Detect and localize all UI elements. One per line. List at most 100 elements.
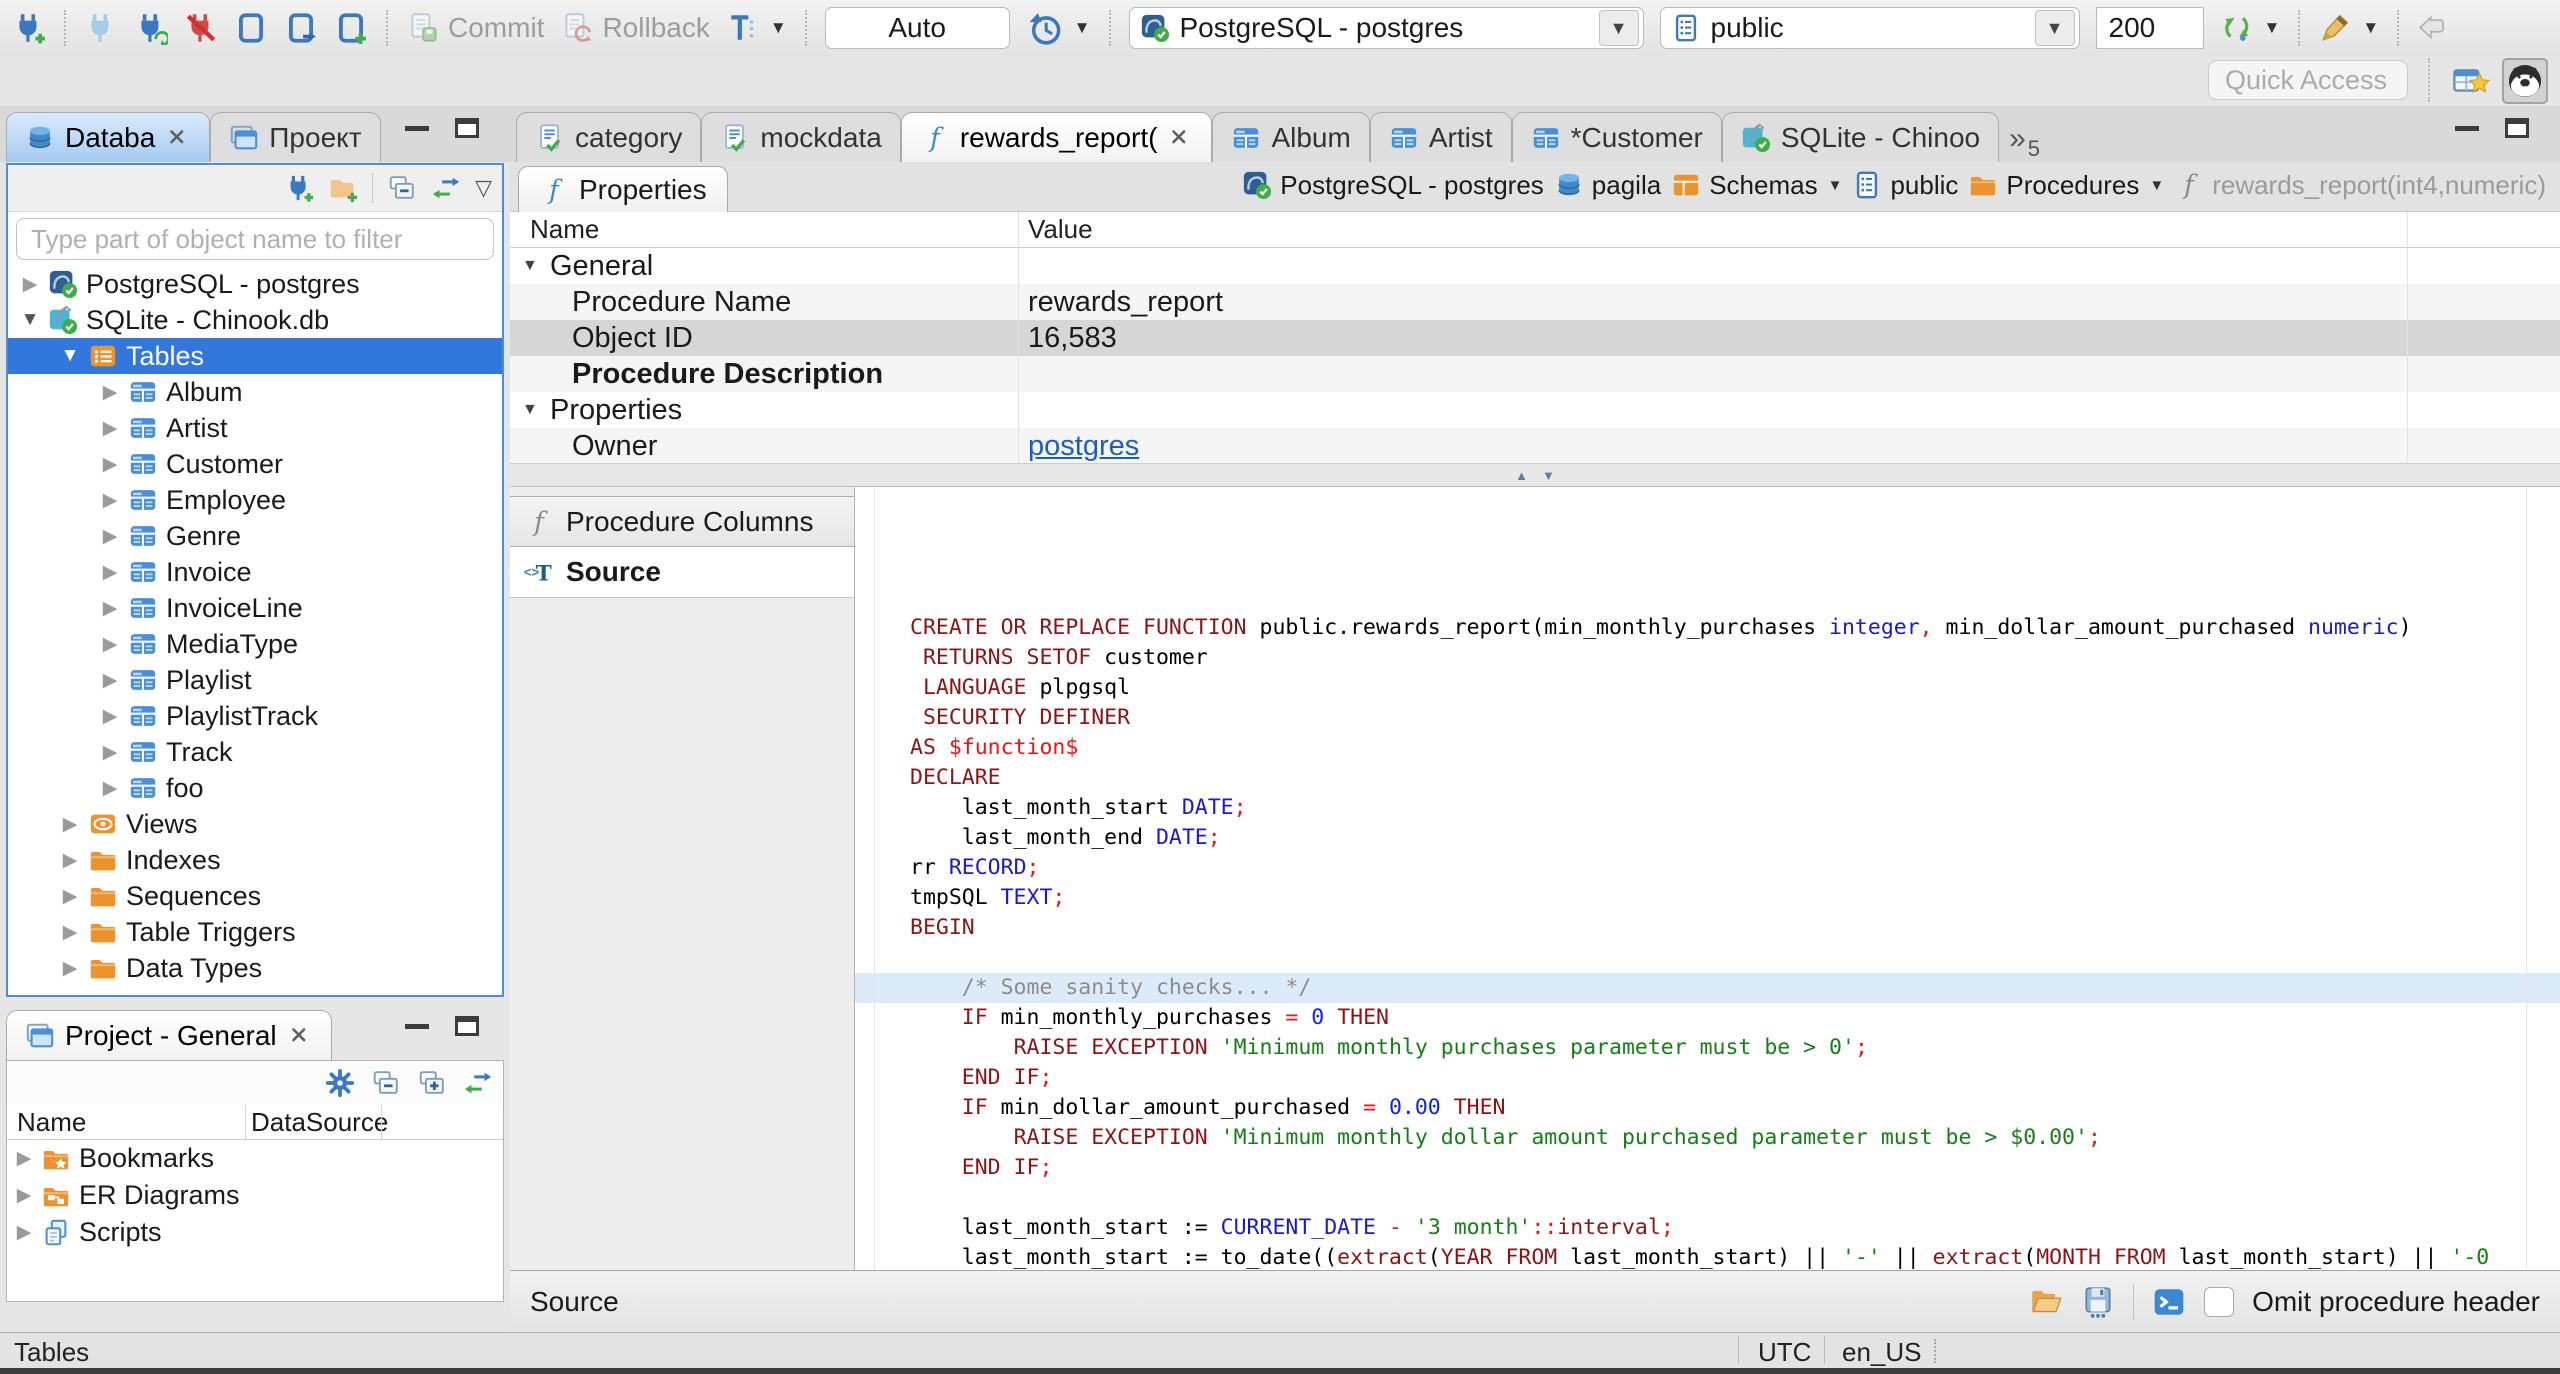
new-folder-icon[interactable]: [328, 173, 358, 203]
disconnect-icon[interactable]: [184, 11, 218, 45]
gear-icon[interactable]: [325, 1068, 355, 1098]
rollback-button[interactable]: Rollback: [560, 11, 710, 45]
dropdown-arrow-icon[interactable]: ▼: [1828, 177, 1843, 194]
transaction-mode-button[interactable]: ▼: [726, 11, 787, 45]
expand-arrow-icon[interactable]: ▶: [92, 381, 128, 404]
fetch-size-input[interactable]: 200: [2095, 7, 2204, 49]
tab-properties[interactable]: f Properties: [518, 166, 728, 213]
minimize-icon[interactable]: [405, 117, 429, 131]
commit-button[interactable]: Commit: [406, 11, 544, 45]
sql-editor-icon[interactable]: [234, 11, 268, 45]
expand-arrow-icon[interactable]: ▶: [92, 633, 128, 656]
expand-arrow-icon[interactable]: ▶: [12, 273, 48, 296]
expand-arrow-icon[interactable]: ▶: [7, 1221, 41, 1244]
column-divider[interactable]: [2407, 212, 2408, 463]
tree-item-genre[interactable]: ▶ Genre: [8, 518, 502, 554]
maximize-icon[interactable]: [455, 1016, 479, 1036]
editor-tab-mockdata[interactable]: mockdata: [701, 112, 901, 162]
tree-item-artist[interactable]: ▶ Artist: [8, 410, 502, 446]
collapse-arrow-icon[interactable]: ▼: [522, 401, 542, 419]
view-menu-icon[interactable]: ▽: [475, 175, 492, 201]
property-value-link[interactable]: postgres: [1028, 430, 1139, 463]
minimize-icon[interactable]: [2455, 117, 2479, 131]
hidden-tabs-chevron[interactable]: » 5: [1999, 118, 2050, 162]
property-row-owner[interactable]: Owner postgres: [510, 428, 2560, 464]
project-item-scripts[interactable]: ▶ Scripts: [7, 1214, 503, 1251]
subtab-source[interactable]: <> T Source: [510, 547, 854, 598]
breadcrumb-item-public[interactable]: public: [1852, 170, 1958, 201]
breadcrumb-item-procedures[interactable]: Procedures ▼: [1968, 170, 2164, 201]
column-divider[interactable]: [381, 1105, 382, 1139]
connect-icon[interactable]: [84, 11, 118, 45]
tree-item-foo[interactable]: ▶ foo: [8, 770, 502, 806]
expand-arrow-icon[interactable]: ▶: [52, 921, 88, 944]
tree-item-sqlite-chinook-db[interactable]: ▼ SQLite - Chinook.db: [8, 302, 502, 338]
status-timezone[interactable]: UTC: [1758, 1337, 1811, 1368]
expand-arrow-icon[interactable]: ▶: [7, 1184, 41, 1207]
tree-item-track[interactable]: ▶ Track: [8, 734, 502, 770]
editor-tab--customer[interactable]: *Customer: [1511, 112, 1722, 162]
tree-item-customer[interactable]: ▶ Customer: [8, 446, 502, 482]
load-from-file-icon[interactable]: [2029, 1285, 2063, 1319]
tree-item-invoiceline[interactable]: ▶ InvoiceLine: [8, 590, 502, 626]
dbeaver-perspective-button[interactable]: [2502, 58, 2548, 104]
property-row-general[interactable]: ▼ General: [510, 248, 2560, 284]
tree-item-playlist[interactable]: ▶ Playlist: [8, 662, 502, 698]
tree-item-tables[interactable]: ▼ Tables: [8, 338, 502, 374]
omit-header-checkbox[interactable]: [2204, 1286, 2235, 1317]
tree-item-indexes[interactable]: ▶ Indexes: [8, 842, 502, 878]
property-row-properties[interactable]: ▼ Properties: [510, 392, 2560, 428]
editor-tab-category[interactable]: category: [516, 112, 702, 162]
reconnect-icon[interactable]: [134, 11, 168, 45]
sidebar-tab-проект[interactable]: Проект: [210, 112, 381, 162]
persist-console-icon[interactable]: [2152, 1285, 2186, 1319]
sash-down-icon[interactable]: ▼: [1542, 468, 1555, 483]
expand-arrow-icon[interactable]: ▶: [92, 705, 128, 728]
tab-project-general[interactable]: Project - General: [6, 1010, 332, 1060]
link-with-editor-icon[interactable]: [431, 173, 461, 203]
tree-item-invoice[interactable]: ▶ Invoice: [8, 554, 502, 590]
expand-arrow-icon[interactable]: ▶: [92, 777, 128, 800]
tree-item-mediatype[interactable]: ▶ MediaType: [8, 626, 502, 662]
breadcrumb-item-schemas[interactable]: Schemas ▼: [1671, 170, 1842, 201]
subtab-procedure-columns[interactable]: f Procedure Columns: [510, 496, 854, 547]
breadcrumb-item-rewards-report-int4-numeric-[interactable]: f rewards_report(int4,numeric): [2174, 170, 2546, 201]
editor-tab-artist[interactable]: Artist: [1369, 112, 1512, 162]
collapse-arrow-icon[interactable]: ▼: [52, 345, 88, 367]
new-connection-icon[interactable]: [12, 11, 46, 45]
generate-mock-data-button[interactable]: ▼: [2318, 11, 2379, 45]
maximize-icon[interactable]: [2505, 118, 2529, 138]
expand-arrow-icon[interactable]: ▶: [92, 525, 128, 548]
sql-console-icon[interactable]: [284, 11, 318, 45]
tree-item-playlisttrack[interactable]: ▶ PlaylistTrack: [8, 698, 502, 734]
back-navigation-icon[interactable]: [2417, 11, 2451, 45]
tree-item-table-triggers[interactable]: ▶ Table Triggers: [8, 914, 502, 950]
property-row-object-id[interactable]: Object ID 16,583: [510, 320, 2560, 356]
column-divider[interactable]: [1018, 212, 1019, 463]
expand-arrow-icon[interactable]: ▶: [52, 849, 88, 872]
new-connection-icon[interactable]: [284, 173, 314, 203]
breadcrumb-item-pagila[interactable]: pagila: [1554, 170, 1661, 201]
schema-dropdown-button[interactable]: ▼: [2034, 10, 2075, 46]
close-icon[interactable]: [1167, 125, 1193, 151]
new-sql-editor-icon[interactable]: [334, 11, 368, 45]
commit-mode-combo[interactable]: Auto: [824, 7, 1010, 49]
editor-tab-album[interactable]: Album: [1212, 112, 1370, 162]
dropdown-arrow-icon[interactable]: ▼: [2149, 177, 2164, 194]
expand-arrow-icon[interactable]: ▶: [52, 957, 88, 980]
tree-item-sequences[interactable]: ▶ Sequences: [8, 878, 502, 914]
expand-arrow-icon[interactable]: ▶: [92, 669, 128, 692]
close-icon[interactable]: [287, 1023, 313, 1049]
save-to-file-icon[interactable]: [2081, 1285, 2115, 1319]
connection-combo[interactable]: PostgreSQL - postgres ▼: [1128, 7, 1644, 49]
navigator-filter-input[interactable]: Type part of object name to filter: [16, 218, 494, 260]
sash-up-icon[interactable]: ▲: [1515, 468, 1528, 483]
maximize-icon[interactable]: [455, 118, 479, 138]
editor-tab-rewards-report-[interactable]: f rewards_report(: [900, 112, 1213, 162]
property-row-procedure-name[interactable]: Procedure Name rewards_report: [510, 284, 2560, 320]
expand-arrow-icon[interactable]: ▶: [92, 453, 128, 476]
editor-tab-sqlite-chinoo[interactable]: SQLite - Chinoo: [1721, 112, 2000, 162]
collapse-arrow-icon[interactable]: ▼: [12, 309, 48, 331]
tree-item-postgresql-postgres[interactable]: ▶ PostgreSQL - postgres: [8, 266, 502, 302]
open-perspective-button[interactable]: [2448, 58, 2494, 104]
